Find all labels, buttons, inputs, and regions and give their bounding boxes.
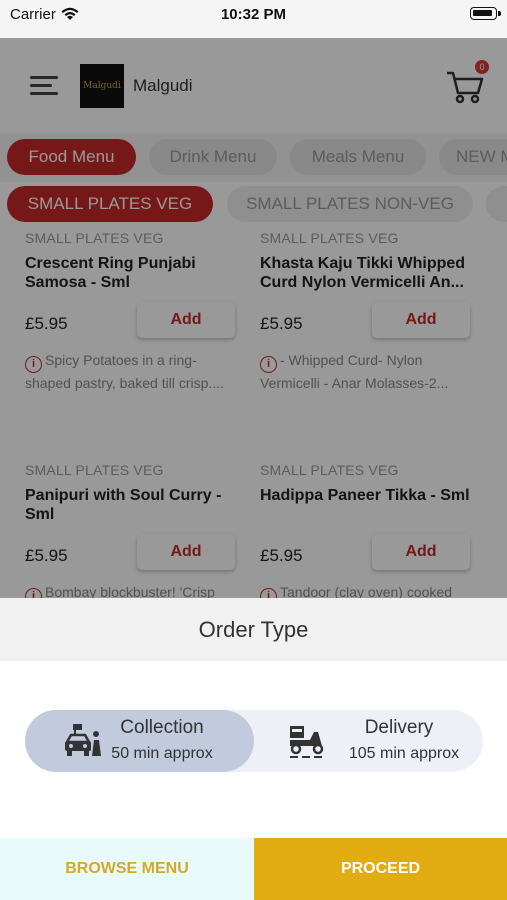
order-type-toggle: Collection 50 min approx Delivery 105 mi… [25,710,483,772]
proceed-button[interactable]: PROCEED [254,838,507,900]
order-type-title: Order Type [0,598,507,661]
status-bar: Carrier 10:32 PM [0,0,507,38]
delivery-time: 105 min approx [348,745,460,762]
collection-time: 50 min approx [111,745,213,762]
option-delivery[interactable]: Delivery 105 min approx [254,710,483,772]
clock: 10:32 PM [220,6,287,23]
bottom-action-bar: BROWSE MENU PROCEED [0,838,507,900]
delivery-label: Delivery [364,717,434,738]
collection-label: Collection [120,717,204,738]
order-type-sheet: Collection 50 min approx Delivery 105 mi… [0,661,507,838]
battery-icon [470,7,501,20]
modal-backdrop[interactable] [0,38,507,598]
browse-menu-button[interactable]: BROWSE MENU [0,838,254,900]
delivery-scooter-icon [290,726,324,758]
option-collection[interactable]: Collection 50 min approx [25,710,254,772]
